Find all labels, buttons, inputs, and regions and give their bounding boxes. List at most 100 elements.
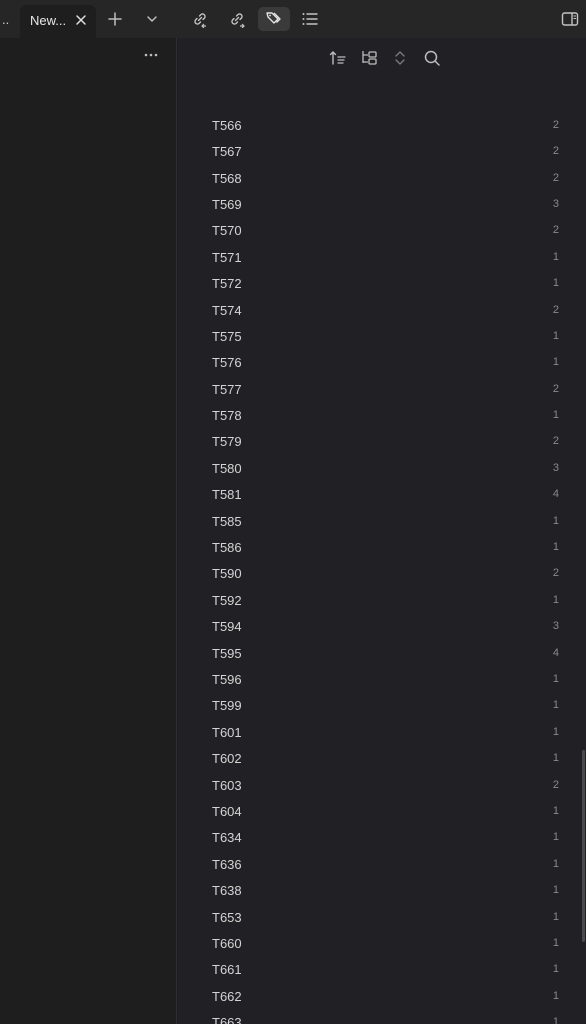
tag-count: 1 (552, 593, 559, 606)
tag-count: 1 (552, 910, 559, 923)
tag-row[interactable]: T604 1 (178, 799, 586, 825)
tag-count: 1 (552, 277, 559, 290)
tag-row[interactable]: T568 2 (178, 166, 586, 192)
tag-row[interactable]: T581 4 (178, 482, 586, 508)
tag-count: 1 (552, 989, 559, 1002)
tag-count: 2 (552, 382, 559, 395)
tag-name: T596 (212, 672, 242, 687)
plus-icon[interactable] (105, 9, 125, 29)
tag-name: T579 (212, 434, 242, 450)
tag-row[interactable]: T576 1 (178, 350, 586, 376)
tag-name: T660 (212, 935, 242, 951)
tag-count: 1 (552, 409, 559, 422)
tag-name: T571 (212, 249, 242, 265)
tag-name: T569 (212, 196, 242, 212)
tag-name: T636 (212, 856, 242, 872)
outgoing-links-icon[interactable] (227, 9, 247, 29)
tag-row[interactable]: T567 2 (178, 139, 586, 165)
tag-row[interactable]: T580 3 (178, 456, 586, 482)
search-icon[interactable] (422, 48, 442, 68)
tag-row[interactable]: T602 1 (178, 746, 586, 772)
tab-title: New... (30, 13, 67, 28)
tag-name: T581 (212, 487, 242, 503)
tag-row[interactable]: T579 2 (178, 429, 586, 455)
tag-row[interactable]: T634 1 (178, 825, 586, 851)
tag-name: T578 (212, 408, 242, 424)
tag-name: T663 (212, 1015, 242, 1024)
tag-list: T566 2 T567 2 T568 2 T569 3 T570 2 T571 1 T572 1 T574 2… (178, 113, 586, 1024)
tags-icon[interactable] (258, 7, 290, 31)
tag-row[interactable]: T575 1 (178, 324, 586, 350)
sidebar-toggle-icon[interactable] (560, 9, 580, 29)
tag-row[interactable]: T653 1 (178, 905, 586, 931)
tag-row[interactable]: T586 1 (178, 535, 586, 561)
tag-row[interactable]: T661 1 (178, 957, 586, 983)
nested-tags-icon[interactable] (359, 48, 379, 68)
tag-name: T577 (212, 381, 242, 397)
sort-icon[interactable] (328, 48, 348, 68)
expand-collapse-icon[interactable] (390, 48, 410, 68)
tag-count: 1 (552, 514, 559, 527)
tag-row[interactable]: T570 2 (178, 218, 586, 244)
tag-row[interactable]: T574 2 (178, 298, 586, 324)
tag-row[interactable]: T592 1 (178, 588, 586, 614)
tag-name: T653 (212, 909, 242, 925)
tag-row[interactable]: T638 1 (178, 878, 586, 904)
more-options-icon[interactable] (140, 46, 162, 64)
tag-count: 3 (552, 197, 559, 210)
outline-icon[interactable] (300, 9, 320, 29)
tag-count: 1 (552, 699, 559, 712)
tag-count: 2 (552, 303, 559, 316)
scrollbar[interactable] (582, 750, 585, 942)
left-sidebar (0, 38, 177, 1024)
tag-pane: T566 2 T567 2 T568 2 T569 3 T570 2 T571 1 T572 1 T574 2… (178, 38, 586, 1024)
tag-row[interactable]: T566 2 (178, 113, 586, 139)
tag-row[interactable]: T585 1 (178, 509, 586, 535)
tag-row[interactable]: T569 3 (178, 192, 586, 218)
tag-row[interactable]: T596 1 (178, 667, 586, 693)
tag-name: T594 (212, 619, 242, 635)
tag-row[interactable]: T590 2 (178, 561, 586, 587)
chevron-down-icon[interactable] (142, 9, 162, 29)
tag-row[interactable]: T572 1 (178, 271, 586, 297)
tag-row[interactable]: T636 1 (178, 852, 586, 878)
backlinks-icon[interactable] (190, 9, 210, 29)
tag-name: T566 (212, 117, 242, 133)
tag-row[interactable]: T578 1 (178, 403, 586, 429)
tab-previous[interactable]: .. (0, 6, 14, 34)
tag-row[interactable]: T571 1 (178, 245, 586, 271)
tag-pane-toolbar (178, 38, 586, 78)
tag-name: T601 (212, 724, 242, 740)
tag-name: T592 (212, 592, 242, 608)
tag-row[interactable]: T595 4 (178, 641, 586, 667)
app-window: .. New... T566 2 T567 2 T568 2 T569 3 T5… (0, 0, 586, 1024)
tag-row[interactable]: T660 1 (178, 931, 586, 957)
tag-name: T570 (212, 223, 242, 239)
tag-count: 1 (552, 673, 559, 685)
tag-name: T567 (212, 144, 242, 160)
tag-count: 1 (552, 804, 559, 817)
tag-count: 1 (552, 329, 559, 342)
close-icon[interactable] (74, 13, 88, 27)
tag-name: T603 (212, 777, 242, 793)
tag-name: T572 (212, 276, 242, 292)
tag-name: T662 (212, 988, 242, 1004)
tag-name: T634 (212, 830, 242, 846)
tag-name: T661 (212, 962, 242, 978)
tag-name: T590 (212, 566, 242, 582)
tag-row[interactable]: T601 1 (178, 720, 586, 746)
tab-active[interactable]: New... (20, 5, 96, 38)
tag-row[interactable]: T594 3 (178, 614, 586, 640)
tag-count: 1 (552, 884, 559, 897)
tag-count: 1 (552, 857, 559, 870)
tag-count: 2 (552, 224, 559, 237)
tag-row[interactable]: T599 1 (178, 693, 586, 719)
tag-row[interactable]: T603 2 (178, 773, 586, 799)
tag-count: 1 (552, 356, 559, 369)
tag-row[interactable]: T577 2 (178, 377, 586, 403)
tag-row[interactable]: T663 1 (178, 1010, 586, 1024)
tag-count: 4 (552, 646, 559, 659)
tag-name: T576 (212, 355, 242, 371)
tag-count: 1 (552, 1016, 559, 1024)
tag-row[interactable]: T662 1 (178, 984, 586, 1010)
